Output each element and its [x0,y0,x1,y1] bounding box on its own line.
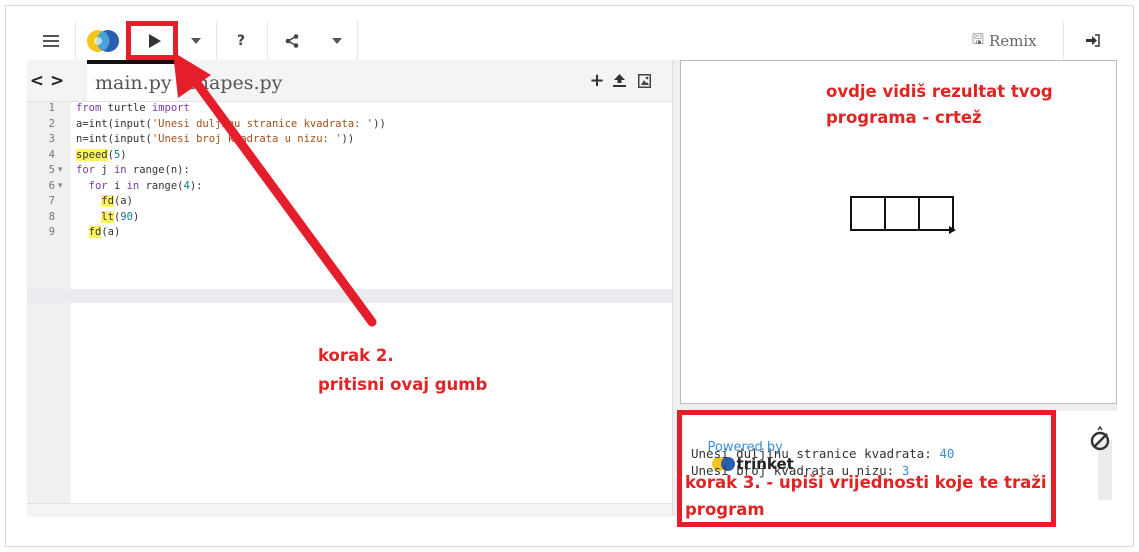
line-number: 7 [48,195,55,207]
active-line-highlight [27,289,672,303]
code-line[interactable]: n=int(input('Unesi broj kvadrata u nizu:… [76,133,354,145]
save-icon: 🖫 [972,31,984,48]
annotation-output-line1: ovdje vidiš rezultat tvog [826,82,1053,101]
tab-shapes-py[interactable]: shapes.py [179,64,290,101]
tab-main-py[interactable]: main.py [87,60,180,101]
toolbar-divider [267,21,268,60]
login-button[interactable] [1075,21,1111,60]
toolbar-divider [75,21,76,60]
code-toggle-icon[interactable]: < > [27,60,67,101]
code-line[interactable]: for j in range(n): [76,164,190,176]
sign-in-icon [1086,34,1100,47]
help-button[interactable]: ? [223,21,259,60]
toolbar-divider [1063,21,1064,60]
code-line[interactable]: speed(5) [76,148,127,161]
line-number: 8 [48,210,55,223]
line-number: 9 [48,226,55,238]
upload-icon[interactable] [609,60,629,101]
share-icon [285,33,299,48]
code-line[interactable]: a=int(input('Unesi duljinu stranice kvad… [76,118,386,130]
code-line[interactable]: fd(a) [76,195,133,207]
image-icon[interactable] [633,60,655,101]
clear-console-icon[interactable] [1088,425,1114,453]
code-editor-pane: < > main.py shapes.py + 1 from turtle imp… [27,60,672,515]
share-options-dropdown[interactable] [325,21,349,60]
code-line[interactable]: lt(90) [76,210,139,223]
line-number: 3 [48,133,55,145]
annotation-step3-line1: korak 3. - upiši vrijednosti koje te tra… [685,473,1047,492]
line-number: 2 [48,117,55,130]
run-button-highlight [126,21,178,60]
line-number: 4 [48,148,55,161]
line-number: 5 [48,164,55,176]
code-line[interactable]: from turtle import [76,102,190,114]
caret-down-icon [191,37,201,44]
toolbar-divider [357,21,358,60]
fold-toggle-icon[interactable]: ▾ [58,181,63,191]
remix-button[interactable]: 🖫 Remix [972,21,1037,60]
line-number: 6 [48,179,55,192]
code-line[interactable]: fd(a) [76,226,120,238]
file-tabs: < > main.py shapes.py + [27,60,672,102]
remix-label: Remix [988,31,1037,50]
line-number: 1 [48,102,55,114]
toolbar: ? 🖫 Remix [27,21,1117,61]
caret-down-icon [332,37,342,44]
add-file-icon[interactable]: + [587,60,607,101]
run-options-dropdown[interactable] [184,21,208,60]
annotation-step2-line1: korak 2. [318,346,394,365]
annotation-step2-line2: pritisni ovaj gumb [318,375,488,394]
hamburger-menu-icon[interactable] [27,21,75,60]
editor-status-bar [27,503,672,517]
annotation-step3-line2: program [685,500,765,519]
fold-toggle-icon[interactable]: ▾ [58,165,63,175]
code-line[interactable]: for i in range(4): [76,180,203,192]
annotation-output-line2: programa - crtež [826,108,982,127]
toolbar-divider [216,21,217,60]
trinket-logo-icon[interactable] [82,21,124,60]
share-button[interactable] [274,21,310,60]
